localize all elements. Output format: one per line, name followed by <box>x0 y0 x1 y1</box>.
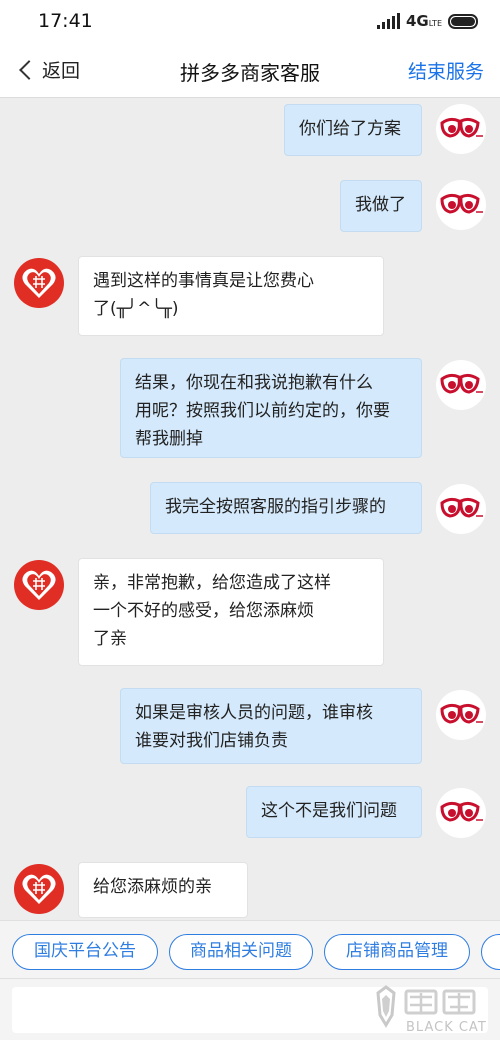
message-line: 帮我删掉 <box>135 429 203 449</box>
quick-reply-chip[interactable]: 店铺商品管理 <box>324 934 470 970</box>
message-line: 谁要对我们店铺负责 <box>135 731 288 751</box>
network-label: 4G <box>405 12 429 30</box>
signal-icon <box>376 13 400 29</box>
user-avatar[interactable] <box>436 180 486 230</box>
message-text: 你们给了方案 <box>299 119 401 139</box>
eyes-logo-icon <box>440 193 483 214</box>
eyes-logo-icon <box>440 703 483 724</box>
heart-logo-icon <box>22 268 56 298</box>
heart-logo-icon <box>22 874 56 904</box>
message-line: 一个不好的感受，给您添麻烦 <box>93 601 314 621</box>
message-bubble-out: 这个不是我们问题 <box>246 786 422 838</box>
user-avatar[interactable] <box>436 484 486 534</box>
merchant-avatar[interactable] <box>14 864 64 914</box>
message-line: 用呢？按照我们以前约定的，你要 <box>135 401 390 421</box>
eyes-logo-icon <box>440 497 483 518</box>
end-service-button[interactable]: 结束服务 <box>408 57 484 84</box>
message-text: 我完全按照客服的指引步骤的 <box>165 497 386 517</box>
user-avatar[interactable] <box>436 104 486 154</box>
message-bubble-out: 你们给了方案 <box>284 104 422 156</box>
message-bubble-in: 给您添麻烦的亲 <box>78 862 248 918</box>
message-bubble-out: 结果，你现在和我说抱歉有什么 用呢？按照我们以前约定的，你要 帮我删掉 <box>120 358 422 458</box>
user-avatar[interactable] <box>436 360 486 410</box>
chat-header: 返回 拼多多商家客服 结束服务 <box>0 44 500 98</box>
user-avatar[interactable] <box>436 690 486 740</box>
black-cat-watermark: BLACK CAT <box>372 985 492 1037</box>
network-type: 4GLTE <box>406 12 442 30</box>
message-line: 亲，非常抱歉，给您造成了这样 <box>93 573 331 593</box>
message-line: 如果是审核人员的问题，谁审核 <box>135 703 373 723</box>
message-bubble-out: 如果是审核人员的问题，谁审核 谁要对我们店铺负责 <box>120 688 422 764</box>
user-avatar[interactable] <box>436 788 486 838</box>
message-bubble-in: 亲，非常抱歉，给您造成了这样 一个不好的感受，给您添麻烦 了亲 <box>78 558 384 666</box>
eyes-logo-icon <box>440 117 483 138</box>
quick-reply-bar: 国庆平台公告 商品相关问题 店铺商品管理 <box>0 920 500 978</box>
heart-logo-icon <box>22 570 56 600</box>
network-sub-label: LTE <box>428 19 442 28</box>
merchant-avatar[interactable] <box>14 560 64 610</box>
quick-reply-chip[interactable]: 国庆平台公告 <box>12 934 158 970</box>
svg-text:BLACK CAT: BLACK CAT <box>406 1020 487 1035</box>
message-bubble-in: 遇到这样的事情真是让您费心 了(╥╯^╰╥) <box>78 256 384 336</box>
quick-reply-chip-more[interactable] <box>481 934 500 970</box>
battery-icon <box>448 13 478 29</box>
merchant-avatar[interactable] <box>14 258 64 308</box>
message-text: 给您添麻烦的亲 <box>93 877 212 897</box>
status-time: 17:41 <box>38 10 93 32</box>
quick-reply-chip[interactable]: 商品相关问题 <box>169 934 313 970</box>
message-bubble-out: 我做了 <box>340 180 422 232</box>
black-cat-logo-icon: BLACK CAT <box>376 985 487 1035</box>
message-line: 遇到这样的事情真是让您费心 <box>93 271 314 291</box>
eyes-logo-icon <box>440 801 483 822</box>
status-bar: 17:41 4GLTE <box>0 0 500 44</box>
message-line: 结果，你现在和我说抱歉有什么 <box>135 373 373 393</box>
message-line: 了(╥╯^╰╥) <box>93 299 179 319</box>
message-line: 了亲 <box>93 629 127 649</box>
message-text: 我做了 <box>355 195 406 215</box>
message-text: 这个不是我们问题 <box>261 801 397 821</box>
message-bubble-out: 我完全按照客服的指引步骤的 <box>150 482 422 534</box>
status-indicators: 4GLTE <box>376 12 478 30</box>
eyes-logo-icon <box>440 373 483 394</box>
